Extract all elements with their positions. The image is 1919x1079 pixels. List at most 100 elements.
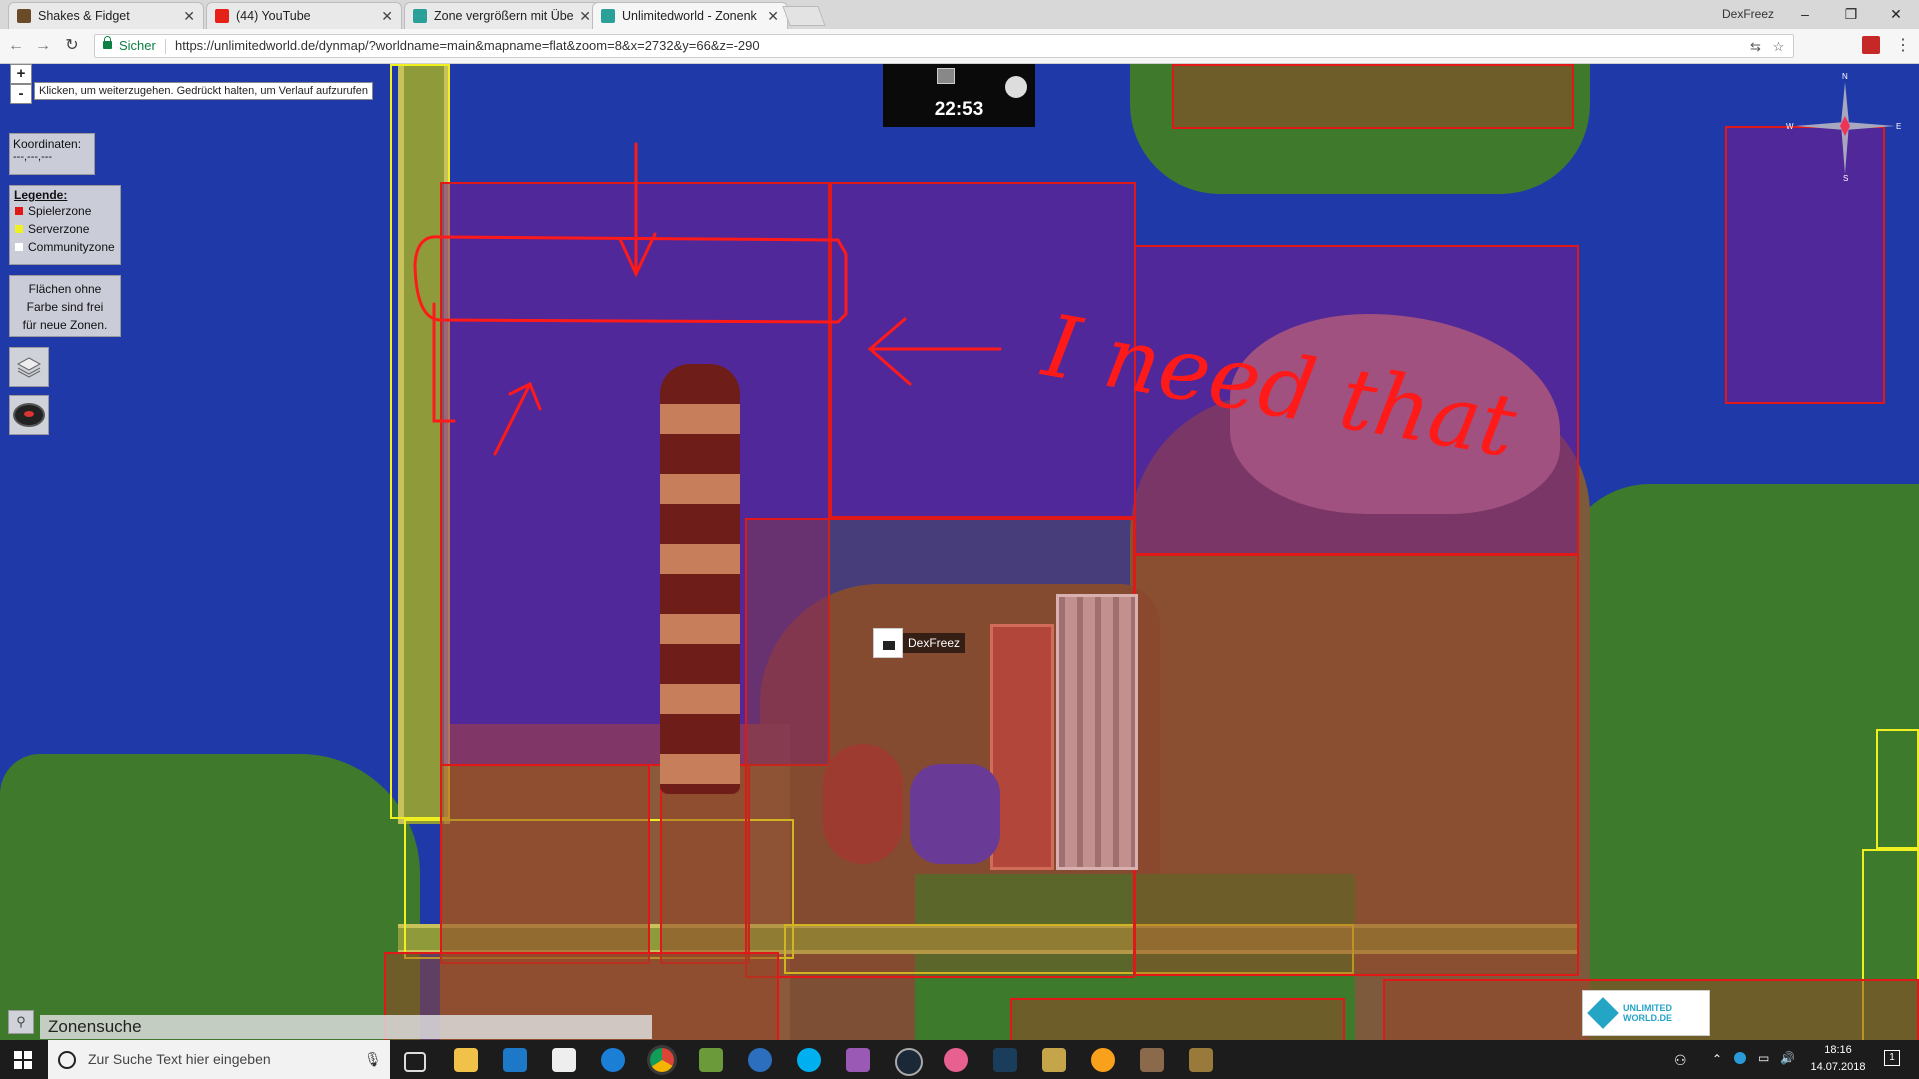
file-explorer-icon[interactable] xyxy=(454,1048,478,1072)
menu-kebab-icon[interactable]: ⋮ xyxy=(1893,36,1913,56)
coordinates-panel: Koordinaten: ---,---,--- xyxy=(9,133,95,175)
player-name: DexFreez xyxy=(903,633,966,653)
legend-item: Serverzone xyxy=(10,220,120,238)
tab-youtube[interactable]: (44) YouTube ✕ xyxy=(206,2,402,29)
battlenet-icon[interactable] xyxy=(993,1048,1017,1072)
people-icon[interactable]: ⚇ xyxy=(1674,1052,1687,1069)
microphone-icon[interactable]: 🎙 xyxy=(364,1051,382,1068)
zoom-out-button[interactable]: - xyxy=(10,84,32,104)
extension-icon[interactable] xyxy=(1862,36,1880,54)
dynmap-viewport[interactable]: I need that + - xyxy=(0,64,1919,1040)
network-icon[interactable]: ▭ xyxy=(1758,1051,1769,1065)
minecraft-icon[interactable] xyxy=(699,1048,723,1072)
close-tab-icon[interactable]: ✕ xyxy=(579,8,591,25)
legend-title: Legende: xyxy=(14,188,68,202)
steam-icon[interactable] xyxy=(895,1048,923,1076)
compass-toggle-button[interactable] xyxy=(9,395,49,435)
back-icon[interactable]: ← xyxy=(6,36,26,56)
maximize-icon[interactable]: ❐ xyxy=(1828,0,1874,29)
annotation-arrow-up xyxy=(493,381,542,456)
notification-icon[interactable]: 1 xyxy=(1884,1050,1900,1066)
translate-icon[interactable]: ⇆ xyxy=(1748,39,1763,54)
annotation-text: I need that xyxy=(1034,296,1523,478)
divider xyxy=(165,39,166,54)
windows-start-icon[interactable] xyxy=(14,1051,32,1069)
annotation-overlay: I need that xyxy=(413,142,1524,478)
skype-icon[interactable] xyxy=(797,1048,821,1072)
task-view-icon[interactable] xyxy=(404,1052,426,1072)
browser-tabbar: Shakes & Fidget ✕ (44) YouTube ✕ Zone ve… xyxy=(0,0,1919,29)
teamspeak-icon[interactable] xyxy=(748,1048,772,1072)
tab-shakes-fidget[interactable]: Shakes & Fidget ✕ xyxy=(8,2,204,29)
close-tab-icon[interactable]: ✕ xyxy=(381,8,393,25)
minecraft-launcher-icon[interactable] xyxy=(1189,1048,1213,1072)
league-icon[interactable] xyxy=(1042,1048,1066,1072)
legend-label: Serverzone xyxy=(28,222,90,236)
tab-zone-vergroessern[interactable]: Zone vergrößern mit Übe ✕ xyxy=(404,2,600,29)
taskbar-time[interactable]: 18:16 xyxy=(1808,1044,1868,1056)
tab-unlimitedworld[interactable]: Unlimitedworld - Zonenk ✕ xyxy=(592,2,788,29)
tab-title: Unlimitedworld - Zonenk xyxy=(622,9,757,23)
overwatch-icon[interactable] xyxy=(1091,1048,1115,1072)
link-icon[interactable]: ⚲ xyxy=(8,1010,34,1034)
sun-icon xyxy=(937,68,955,84)
store-icon[interactable] xyxy=(503,1048,527,1072)
feather-app-icon[interactable] xyxy=(846,1048,870,1072)
window-profile-name[interactable]: DexFreez xyxy=(1722,7,1774,21)
annotation-arrow-left xyxy=(867,317,1002,386)
taskbar-date[interactable]: 14.07.2018 xyxy=(1806,1061,1870,1073)
lock-icon[interactable] xyxy=(103,36,112,49)
compass-east: E xyxy=(1896,122,1902,131)
cortana-circle-icon xyxy=(58,1051,76,1069)
layers-button[interactable] xyxy=(9,347,49,387)
url-text[interactable]: https://unlimitedworld.de/dynmap/?worldn… xyxy=(175,38,760,53)
moon-icon xyxy=(1005,76,1027,98)
legend-item: Communityzone xyxy=(10,238,120,256)
close-tab-icon[interactable]: ✕ xyxy=(767,8,779,25)
legend-swatch xyxy=(15,243,23,251)
annotation-arrow-down xyxy=(618,142,657,278)
new-tab-button[interactable] xyxy=(782,6,826,26)
annotation-highlight xyxy=(413,235,848,324)
chevron-up-icon[interactable]: ⌃ xyxy=(1712,1052,1722,1066)
forward-icon[interactable]: → xyxy=(33,36,53,56)
edge-icon[interactable] xyxy=(601,1048,625,1072)
volume-icon[interactable]: 🔊 xyxy=(1780,1051,1795,1065)
coordinates-value: ---,---,--- xyxy=(13,151,53,163)
address-bar[interactable]: Sicher https://unlimitedworld.de/dynmap/… xyxy=(94,34,1794,58)
minimize-icon[interactable]: – xyxy=(1782,0,1828,29)
reload-icon[interactable]: ↻ xyxy=(62,36,82,56)
unlimitedworld-logo[interactable]: UNLIMITED WORLD.DE xyxy=(1582,990,1710,1036)
clock-time: 22:53 xyxy=(934,99,984,120)
layers-icon xyxy=(16,357,42,378)
free-area-note: Flächen ohne Farbe sind frei für neue Zo… xyxy=(9,275,121,337)
player-marker[interactable]: DexFreez xyxy=(873,628,966,658)
compass-north: N xyxy=(1842,72,1848,81)
close-tab-icon[interactable]: ✕ xyxy=(183,8,195,25)
cube-favicon-icon xyxy=(413,9,427,23)
taskbar-search-placeholder: Zur Suche Text hier eingeben xyxy=(88,1051,271,1067)
tab-title: Shakes & Fidget xyxy=(38,9,130,23)
cube-favicon-icon xyxy=(601,9,615,23)
bookmark-star-icon[interactable]: ☆ xyxy=(1771,39,1786,54)
windows-taskbar: Zur Suche Text hier eingeben 🎙 ⚇ ⌃ ▭ 🔊 1… xyxy=(0,1040,1919,1079)
legend-label: Spielerzone xyxy=(28,204,92,218)
chrome-icon[interactable] xyxy=(650,1048,674,1072)
disc-icon xyxy=(13,403,45,427)
logo-text: UNLIMITED WORLD.DE xyxy=(1623,1003,1672,1023)
zone-search-input[interactable]: Zonensuche xyxy=(40,1015,652,1039)
tab-title: (44) YouTube xyxy=(236,9,311,23)
mail-icon[interactable] xyxy=(552,1048,576,1072)
close-window-icon[interactable]: ✕ xyxy=(1873,0,1919,29)
legend-label: Communityzone xyxy=(28,240,115,254)
browser-toolbar: ← → ↻ Sicher https://unlimitedworld.de/d… xyxy=(0,29,1919,64)
zoom-in-button[interactable]: + xyxy=(10,64,32,84)
osu-icon[interactable] xyxy=(944,1048,968,1072)
secure-label[interactable]: Sicher xyxy=(119,38,156,53)
tray-app-icon[interactable] xyxy=(1734,1052,1746,1064)
coordinates-label: Koordinaten: xyxy=(13,137,82,151)
game-app-icon[interactable] xyxy=(1140,1048,1164,1072)
player-avatar xyxy=(873,628,903,658)
taskbar-search-box[interactable]: Zur Suche Text hier eingeben 🎙 xyxy=(48,1040,390,1079)
zoom-tooltip: Klicken, um weiterzugehen. Gedrückt halt… xyxy=(34,82,373,100)
